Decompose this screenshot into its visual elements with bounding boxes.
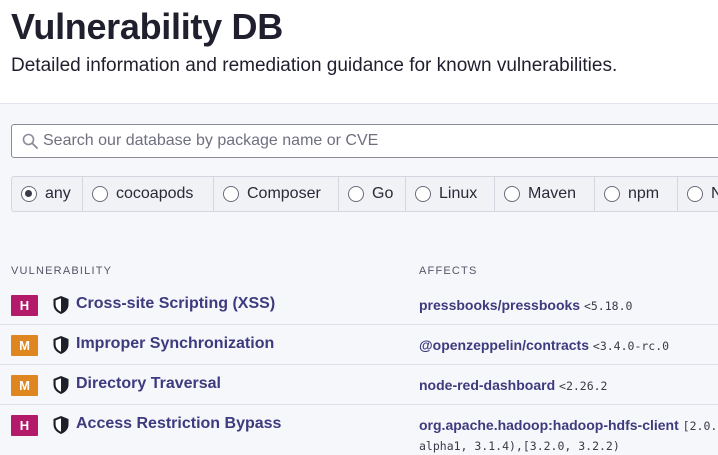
table-row: H Cross-site Scripting (XSS) pressbooks/… bbox=[0, 285, 718, 325]
filter-option-go[interactable]: Go bbox=[339, 177, 406, 211]
radio[interactable] bbox=[504, 186, 520, 202]
filter-label: any bbox=[45, 185, 71, 202]
affects-cell: org.apache.hadoop:hadoop-hdfs-client [2.… bbox=[419, 416, 718, 455]
filter-label: Maven bbox=[528, 185, 577, 202]
filter-label: cocoapods bbox=[116, 185, 194, 202]
package-link[interactable]: node-red-dashboard bbox=[419, 377, 555, 393]
filter-option-composer[interactable]: Composer bbox=[214, 177, 339, 211]
table-row: M Improper Synchronization @openzeppelin… bbox=[0, 325, 718, 365]
version-range: <2.26.2 bbox=[559, 379, 608, 393]
search-box[interactable] bbox=[11, 124, 718, 158]
shield-icon bbox=[53, 296, 69, 314]
version-range: [2.0.0- bbox=[682, 419, 718, 433]
severity-badge-medium: M bbox=[11, 375, 38, 396]
shield-icon bbox=[53, 336, 69, 354]
radio[interactable] bbox=[604, 186, 620, 202]
shield-icon bbox=[53, 376, 69, 394]
vulnerability-link[interactable]: Access Restriction Bypass bbox=[76, 415, 281, 433]
radio[interactable] bbox=[92, 186, 108, 202]
radio[interactable] bbox=[348, 186, 364, 202]
package-link[interactable]: org.apache.hadoop:hadoop-hdfs-client bbox=[419, 417, 679, 433]
radio[interactable] bbox=[415, 186, 431, 202]
vulnerability-link[interactable]: Cross-site Scripting (XSS) bbox=[76, 295, 275, 313]
page-subtitle: Detailed information and remediation gui… bbox=[11, 55, 618, 76]
filter-label: Linux bbox=[439, 185, 478, 202]
severity-badge-high: H bbox=[11, 295, 38, 316]
radio-selected[interactable] bbox=[21, 186, 37, 202]
page-header: Vulnerability DB Detailed information an… bbox=[0, 0, 718, 103]
filter-option-cocoapods[interactable]: cocoapods bbox=[83, 177, 214, 211]
affects-cell: pressbooks/pressbooks <5.18.0 bbox=[419, 296, 632, 316]
column-header-affects[interactable]: AFFECTS bbox=[419, 265, 478, 277]
vulnerability-link[interactable]: Improper Synchronization bbox=[76, 335, 274, 353]
table-row: M Directory Traversal node-red-dashboard… bbox=[0, 365, 718, 405]
column-header-vulnerability[interactable]: VULNERABILITY bbox=[11, 265, 112, 277]
affects-cell: @openzeppelin/contracts <3.4.0-rc.0 bbox=[419, 336, 669, 356]
filter-option-maven[interactable]: Maven bbox=[495, 177, 595, 211]
package-link[interactable]: @openzeppelin/contracts bbox=[419, 337, 589, 353]
severity-badge-medium: M bbox=[11, 335, 38, 356]
radio[interactable] bbox=[687, 186, 703, 202]
vulnerability-link[interactable]: Directory Traversal bbox=[76, 375, 221, 393]
filter-option-linux[interactable]: Linux bbox=[406, 177, 495, 211]
filter-option-more[interactable]: N bbox=[678, 177, 718, 211]
table-row: H Access Restriction Bypass org.apache.h… bbox=[0, 405, 718, 455]
filter-label: npm bbox=[628, 185, 660, 202]
affects-cell: node-red-dashboard <2.26.2 bbox=[419, 376, 607, 396]
search-icon bbox=[22, 133, 38, 149]
version-range: <5.18.0 bbox=[583, 299, 633, 313]
radio[interactable] bbox=[223, 186, 239, 202]
page-title: Vulnerability DB bbox=[11, 6, 283, 47]
filter-option-npm[interactable]: npm bbox=[595, 177, 678, 211]
severity-badge-high: H bbox=[11, 415, 38, 436]
package-link[interactable]: pressbooks/pressbooks bbox=[419, 297, 580, 313]
filter-label: Go bbox=[372, 185, 394, 202]
ecosystem-filter: any cocoapods Composer Go Linux Maven np… bbox=[11, 176, 718, 212]
filter-label: Composer bbox=[247, 185, 321, 202]
version-range-continued: alpha1, 3.1.4),[3.2.0, 3.2.2) bbox=[419, 439, 620, 453]
main-content: any cocoapods Composer Go Linux Maven np… bbox=[0, 103, 718, 455]
filter-label: N bbox=[711, 185, 718, 203]
shield-icon bbox=[53, 416, 69, 434]
version-range: <3.4.0-rc.0 bbox=[592, 339, 670, 353]
search-input[interactable] bbox=[43, 125, 703, 157]
filter-option-any[interactable]: any bbox=[12, 177, 83, 211]
